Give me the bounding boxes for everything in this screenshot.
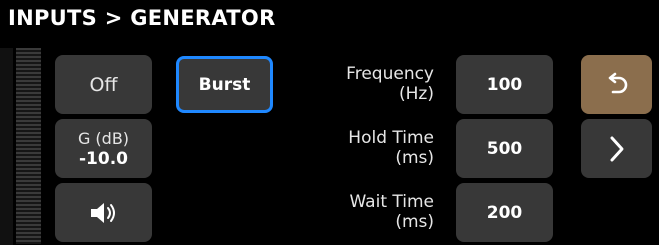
undo-icon bbox=[604, 72, 630, 98]
wait-time-value-button[interactable]: 200 bbox=[456, 183, 553, 242]
frequency-label: Frequency (Hz) bbox=[346, 64, 434, 104]
wait-time-label: Wait Time (ms) bbox=[349, 192, 434, 232]
hold-time-label: Hold Time (ms) bbox=[348, 128, 434, 168]
hold-time-value-button[interactable]: 500 bbox=[456, 119, 553, 178]
gain-label: G (dB) bbox=[77, 128, 130, 148]
next-button[interactable] bbox=[581, 119, 652, 178]
frequency-label-line2: (Hz) bbox=[399, 84, 434, 104]
header-bar: INPUTS > GENERATOR bbox=[0, 0, 659, 44]
speaker-icon bbox=[89, 201, 119, 225]
burst-mode-button[interactable]: Burst bbox=[176, 56, 273, 113]
chevron-right-icon bbox=[607, 135, 627, 163]
page-title: INPUTS > GENERATOR bbox=[8, 6, 276, 30]
wait-time-label-line2: (ms) bbox=[395, 212, 434, 232]
frequency-value-button[interactable]: 100 bbox=[456, 55, 553, 114]
wait-time-label-line1: Wait Time bbox=[349, 192, 434, 212]
left-edge-strip bbox=[0, 48, 13, 245]
speaker-button[interactable] bbox=[55, 183, 152, 242]
undo-button[interactable] bbox=[581, 55, 652, 114]
frequency-label-line1: Frequency bbox=[346, 64, 434, 84]
gain-value: -10.0 bbox=[79, 148, 128, 169]
hold-time-label-line2: (ms) bbox=[395, 148, 434, 168]
level-meter bbox=[16, 48, 41, 244]
off-button[interactable]: Off bbox=[55, 55, 152, 114]
hold-time-label-line1: Hold Time bbox=[348, 128, 434, 148]
gain-button[interactable]: G (dB) -10.0 bbox=[55, 119, 152, 178]
